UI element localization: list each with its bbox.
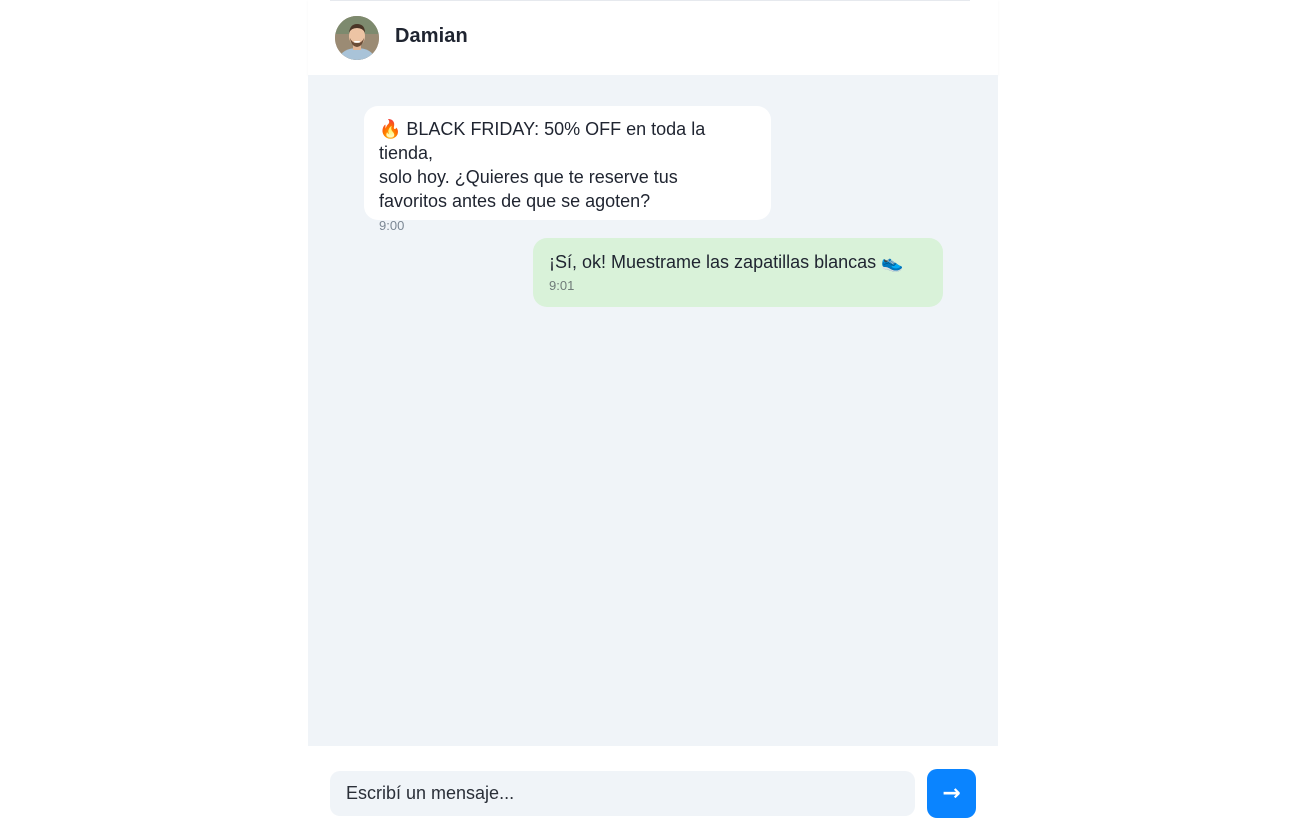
message-text: 🔥 BLACK FRIDAY: 50% OFF en toda la tiend… xyxy=(379,119,706,211)
top-divider xyxy=(330,0,970,1)
chat-window: Damian 🔥 BLACK FRIDAY: 50% OFF en toda l… xyxy=(308,0,998,840)
message-composer: → xyxy=(308,746,998,840)
contact-name: Damian xyxy=(395,25,468,47)
incoming-message[interactable]: 🔥 BLACK FRIDAY: 50% OFF en toda la tiend… xyxy=(364,106,771,233)
message-list[interactable]: 🔥 BLACK FRIDAY: 50% OFF en toda la tiend… xyxy=(308,75,998,746)
message-timestamp: 9:01 xyxy=(549,278,575,293)
contact-photo-icon xyxy=(335,16,379,60)
message-timestamp: 9:00 xyxy=(379,218,405,233)
message-text: ¡Sí, ok! Muestrame las zapatillas blanca… xyxy=(549,252,904,272)
contact-avatar[interactable] xyxy=(335,16,379,60)
send-button[interactable]: → xyxy=(927,769,976,818)
arrow-right-icon: → xyxy=(942,781,961,806)
chat-header: Damian xyxy=(308,0,998,75)
message-input[interactable] xyxy=(330,771,915,816)
outgoing-message[interactable]: ¡Sí, ok! Muestrame las zapatillas blanca… xyxy=(533,238,943,307)
